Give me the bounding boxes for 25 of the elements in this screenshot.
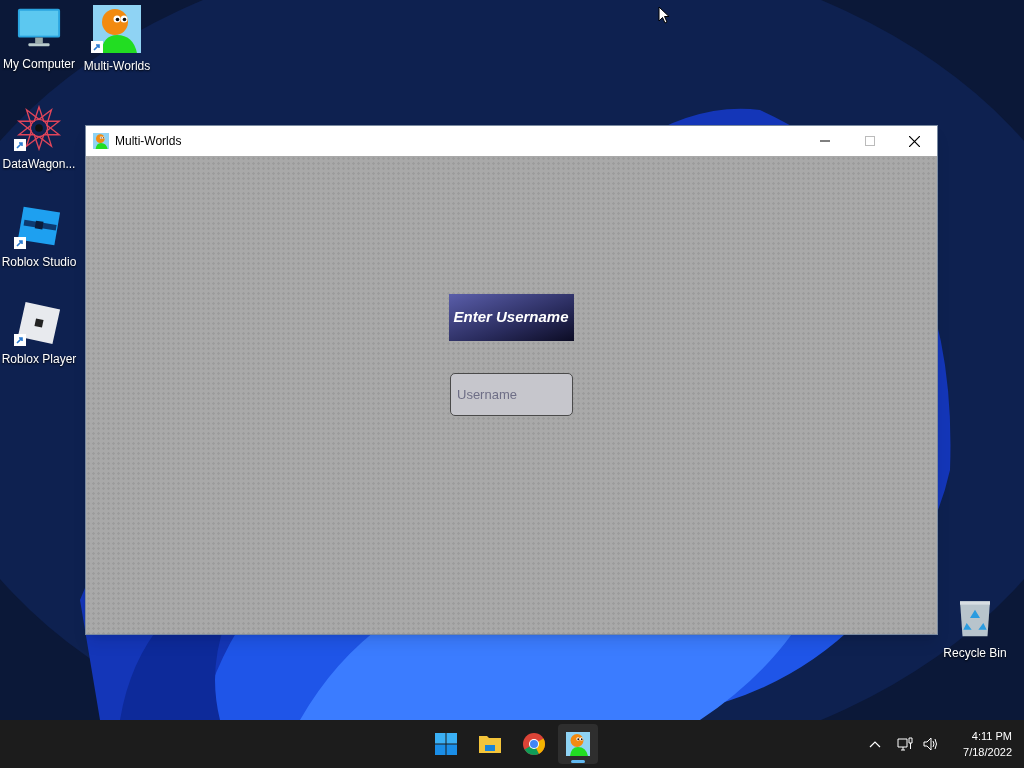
desktop-icon[interactable]: My Computer xyxy=(0,5,78,73)
desktop-icon[interactable]: Multi-Worlds xyxy=(78,5,156,75)
desktop-icon[interactable]: Roblox Studio xyxy=(0,203,78,271)
desktop-icon[interactable]: DataWagon... xyxy=(0,105,78,173)
chevron-up-icon xyxy=(869,740,882,748)
app-icon xyxy=(93,133,109,149)
desktop-icon[interactable]: Recycle Bin xyxy=(936,596,1014,662)
active-indicator xyxy=(571,760,585,763)
window-title: Multi-Worlds xyxy=(115,133,182,150)
windows-logo-icon xyxy=(434,732,458,756)
star-icon xyxy=(16,105,62,151)
username-field[interactable]: Username xyxy=(450,373,573,416)
speaker-icon xyxy=(923,736,940,752)
desktop-icon[interactable]: Roblox Player xyxy=(0,300,78,368)
network-icon xyxy=(897,736,914,752)
character-icon xyxy=(566,732,590,756)
heading: Enter Username xyxy=(453,307,569,328)
mouse-cursor-icon xyxy=(658,6,670,24)
clock-time[interactable]: 4:11 PM xyxy=(971,728,1012,744)
clock-date[interactable]: 7/18/2022 xyxy=(963,744,1012,760)
character-icon xyxy=(93,5,141,53)
maximize-icon xyxy=(864,136,875,146)
taskbar-app[interactable] xyxy=(558,724,598,764)
close-icon xyxy=(909,135,920,147)
browser-icon xyxy=(522,732,546,756)
